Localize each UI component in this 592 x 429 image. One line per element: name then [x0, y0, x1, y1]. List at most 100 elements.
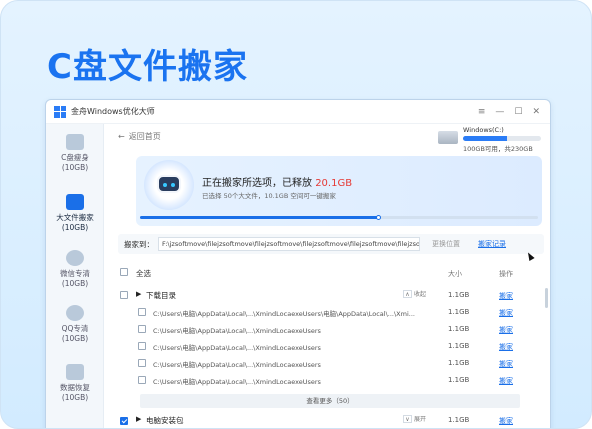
sidebar-item-size: (10GB) — [61, 393, 89, 402]
op-header: 操作 — [499, 270, 513, 278]
select-all-label: 全选 — [136, 269, 151, 278]
recovery-icon — [66, 364, 84, 380]
file-checkbox[interactable] — [138, 376, 146, 384]
move-button[interactable]: 搬家 — [499, 308, 513, 318]
file-size: 1.1GB — [448, 308, 470, 316]
progress-knob — [375, 215, 381, 220]
banner-title: 正在搬家所选项，已释放 20.1GB — [202, 174, 352, 189]
file-checkbox[interactable] — [138, 359, 146, 367]
back-home-link[interactable]: ← 返回首页 — [118, 131, 165, 142]
robot-eye-left — [163, 183, 167, 187]
sidebar-item-label: 数据恢复 — [60, 383, 90, 392]
disk-usage-fill — [463, 136, 508, 141]
file-size: 1.1GB — [448, 376, 470, 384]
windows-logo-icon — [54, 105, 66, 118]
app-window: 金舟Windows优化大师 ≡ — ☐ ✕ C盘瘦身 (10GB) 大文件搬家 … — [45, 99, 551, 428]
file-row: C:\Users\电脑\AppData\Local\...\XmindLocae… — [136, 306, 544, 320]
group-row-installers: ▶ 电脑安装包 ∨ 展开 1.1GB 搬家 — [118, 414, 544, 428]
collapse-label: 收起 — [414, 291, 427, 298]
sidebar-item-label: QQ专清 — [61, 324, 89, 333]
sidebar-item-size: (10GB) — [61, 223, 89, 232]
banner-subtitle: 已选择 50个大文件，10.1GB 空间可一键搬家 — [202, 192, 336, 200]
robot-mascot — [144, 160, 194, 210]
group-size: 1.1GB — [448, 291, 470, 299]
file-size: 1.1GB — [448, 342, 470, 350]
sidebar-item-c-slim[interactable]: C盘瘦身 (10GB) — [46, 134, 104, 173]
move-button[interactable]: 搬家 — [499, 291, 513, 301]
size-header: 大小 — [448, 270, 462, 278]
disk-usage-bar — [463, 136, 541, 141]
back-label: 返回首页 — [128, 132, 161, 141]
file-checkbox[interactable] — [138, 325, 146, 333]
wechat-icon — [66, 250, 84, 266]
disk-name: Windows(C:) — [463, 126, 504, 134]
file-path: C:\Users\电脑\AppData\Local\...\XmindLocae… — [153, 327, 321, 335]
chevron-down-icon: ∨ — [403, 415, 412, 423]
headline: C盘文件搬家 — [47, 47, 248, 87]
move-status-banner: 正在搬家所选项，已释放 20.1GB 已选择 50个大文件，10.1GB 空间可… — [136, 156, 542, 226]
sidebar-item-wechat-clean[interactable]: 微信专清 (10GB) — [46, 250, 104, 289]
sidebar-item-label: 微信专清 — [60, 269, 90, 278]
sidebar-item-label: 大文件搬家 — [56, 213, 94, 222]
file-path: C:\Users\电脑\AppData\Local\...\XmindLocae… — [153, 310, 415, 318]
sidebar-item-size: (10GB) — [61, 279, 89, 288]
collapse-toggle[interactable]: ∧ 收起 — [403, 290, 428, 299]
sidebar-item-size: (10GB) — [61, 163, 89, 172]
file-size: 1.1GB — [448, 325, 470, 333]
file-checkbox[interactable] — [138, 308, 146, 316]
file-checkbox[interactable] — [138, 342, 146, 350]
file-row: C:\Users\电脑\AppData\Local\...\XmindLocae… — [136, 374, 544, 388]
file-path: C:\Users\电脑\AppData\Local\...\XmindLocae… — [153, 361, 321, 369]
sidebar-item-qq-clean[interactable]: QQ专清 (10GB) — [46, 305, 104, 344]
qq-icon — [66, 305, 84, 321]
destination-path-field[interactable]: F:\jzsoftmove\filejzsoftmove\filejzsoftm… — [158, 237, 420, 251]
expand-label: 展开 — [414, 416, 427, 423]
file-row: C:\Users\电脑\AppData\Local\...\XmindLocae… — [136, 323, 544, 337]
move-button[interactable]: 搬家 — [499, 416, 513, 426]
group-name: 下载目录 — [146, 291, 176, 300]
disk-icon — [66, 134, 84, 150]
chevron-up-icon: ∧ — [403, 290, 412, 298]
maximize-icon[interactable]: ☐ — [514, 107, 522, 117]
move-progress-fill — [140, 215, 381, 220]
scrollbar[interactable] — [545, 288, 548, 308]
move-button[interactable]: 搬家 — [499, 342, 513, 352]
sidebar-item-label: C盘瘦身 — [61, 153, 89, 162]
sidebar: C盘瘦身 (10GB) 大文件搬家 (10GB) 微信专清 (10GB) QQ专… — [46, 124, 104, 428]
file-size: 1.1GB — [448, 359, 470, 367]
robot-eye-right — [171, 183, 175, 187]
file-row: C:\Users\电脑\AppData\Local\...\XmindLocae… — [136, 357, 544, 371]
expand-toggle[interactable]: ∨ 展开 — [403, 415, 428, 424]
back-arrow-icon: ← — [118, 132, 125, 141]
group-checkbox[interactable] — [120, 291, 128, 299]
view-more-button[interactable]: 查看更多（50） — [140, 394, 520, 408]
group-name: 电脑安装包 — [146, 416, 184, 425]
group-checkbox[interactable] — [120, 417, 128, 425]
move-record-link[interactable]: 搬家记录 — [478, 239, 506, 249]
close-icon[interactable]: ✕ — [532, 107, 540, 117]
freed-size: 20.1GB — [315, 178, 353, 189]
move-progress-bar — [140, 215, 538, 220]
folder-move-icon — [66, 194, 84, 210]
file-path: C:\Users\电脑\AppData\Local\...\XmindLocae… — [153, 344, 321, 352]
minimize-icon[interactable]: — — [495, 107, 504, 117]
sidebar-item-big-file-move[interactable]: 大文件搬家 (10GB) — [46, 194, 104, 233]
file-path: C:\Users\电脑\AppData\Local\...\XmindLocae… — [153, 378, 321, 386]
move-button[interactable]: 搬家 — [499, 359, 513, 369]
select-all-checkbox[interactable] — [120, 268, 128, 276]
menu-icon[interactable]: ≡ — [478, 107, 486, 117]
table-header: 全选 大小 操作 — [118, 266, 544, 280]
group-row-downloads: ▶ 下载目录 ∧ 收起 1.1GB 搬家 — [118, 289, 544, 303]
move-button[interactable]: 搬家 — [499, 376, 513, 386]
sidebar-item-data-recovery[interactable]: 数据恢复 (10GB) — [46, 364, 104, 403]
group-size: 1.1GB — [448, 416, 470, 424]
expand-triangle-icon[interactable]: ▶ — [136, 290, 141, 298]
banner-title-text: 正在搬家所选项，已释放 — [202, 178, 316, 189]
change-location-button[interactable]: 更换位置 — [432, 239, 460, 249]
destination-row: 搬家到： F:\jzsoftmove\filejzsoftmove\filejz… — [118, 234, 544, 254]
robot-icon — [157, 175, 181, 193]
expand-triangle-icon[interactable]: ▶ — [136, 415, 141, 423]
app-title: 金舟Windows优化大师 — [71, 107, 155, 116]
sidebar-item-size: (10GB) — [61, 334, 89, 343]
move-button[interactable]: 搬家 — [499, 325, 513, 335]
